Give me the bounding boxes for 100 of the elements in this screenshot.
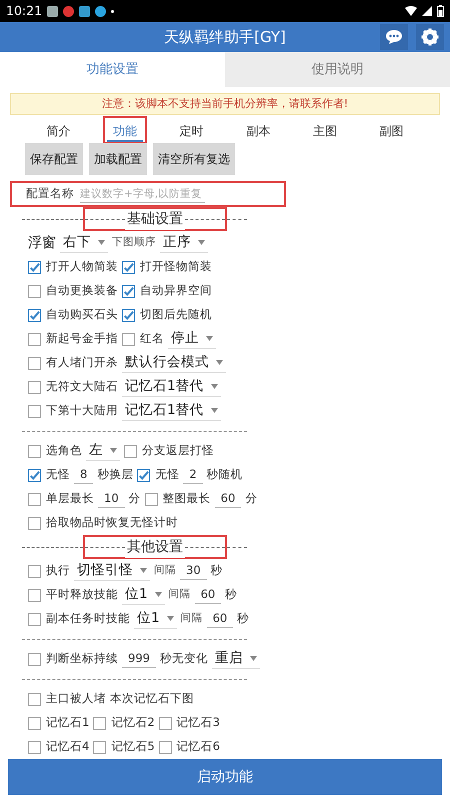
checkbox-label: 副本任务时技能 — [46, 610, 130, 628]
checkbox[interactable] — [28, 468, 41, 482]
signal-icon — [422, 6, 432, 16]
dropdown-arrow-icon — [198, 240, 205, 245]
checkbox[interactable] — [122, 260, 135, 274]
settings-button[interactable] — [416, 24, 444, 50]
sub-tab[interactable]: 主图 — [307, 122, 344, 142]
dropdown[interactable]: 停止 — [168, 329, 216, 349]
checkbox[interactable] — [28, 652, 41, 666]
label: 本次记忆石下图 — [110, 690, 194, 708]
label: 秒随机 — [206, 466, 243, 484]
dropdown[interactable]: 位1 — [122, 585, 165, 605]
checkbox[interactable] — [28, 284, 41, 298]
checkbox-label: 打开怪物简装 — [140, 258, 212, 276]
checkbox-label: 自动更换装备 — [46, 282, 118, 300]
checkbox[interactable] — [28, 612, 41, 626]
checkbox-label: 打开人物简装 — [46, 258, 118, 276]
label: 秒无变化 — [160, 650, 208, 668]
checkbox[interactable] — [158, 740, 172, 754]
checkbox[interactable] — [158, 716, 172, 730]
checkbox[interactable] — [28, 444, 41, 458]
action-button[interactable]: 加载配置 — [89, 143, 147, 175]
dropdown-arrow-icon — [154, 592, 162, 597]
checkmark-icon — [138, 468, 150, 482]
checkbox[interactable] — [28, 692, 41, 706]
label: 间隔 — [180, 611, 203, 626]
checkbox-label: 整图最长 — [162, 490, 211, 508]
dropdown[interactable]: 位1 — [134, 609, 177, 629]
checkbox-label: 无怪 — [46, 466, 70, 484]
checkbox-label: 自动异界空间 — [140, 282, 212, 300]
checkbox[interactable] — [28, 492, 41, 506]
checkbox[interactable] — [93, 740, 106, 754]
section-title: 基础设置 — [125, 208, 185, 230]
checkbox-label: 记忆石6 — [176, 738, 220, 756]
dropdown[interactable]: 右下 — [60, 233, 108, 253]
checkbox-label: 记忆石4 — [46, 738, 90, 756]
number-field[interactable]: 60 — [194, 586, 222, 604]
chat-button[interactable] — [380, 24, 408, 50]
action-button[interactable]: 清空所有复选 — [153, 143, 235, 175]
checkmark-icon — [123, 308, 134, 322]
notification-icon — [95, 6, 106, 16]
dropdown-arrow-icon — [250, 656, 257, 661]
dropdown[interactable]: 重启 — [212, 649, 260, 669]
action-button[interactable]: 保存配置 — [25, 143, 83, 175]
number-field[interactable]: 30 — [180, 562, 207, 580]
checkbox-label: 新起号金手指 — [46, 330, 118, 348]
config-name-field[interactable]: 建议数字+字母,以防重复 — [80, 185, 205, 203]
checkmark-icon — [29, 468, 40, 482]
checkbox[interactable] — [28, 740, 41, 754]
checkbox[interactable] — [28, 516, 41, 530]
start-button[interactable]: 启动功能 — [8, 759, 442, 795]
checkmark-icon — [123, 284, 134, 298]
checkbox[interactable] — [28, 564, 41, 578]
checkbox[interactable] — [122, 284, 135, 298]
dropdown[interactable]: 默认行会模式 — [122, 353, 226, 373]
sub-tab[interactable]: 副图 — [374, 122, 410, 142]
battery-icon — [437, 5, 444, 17]
label: 分 — [128, 490, 141, 508]
number-field[interactable]: 999 — [122, 650, 156, 668]
checkbox[interactable] — [28, 380, 41, 394]
notification-icon — [79, 6, 90, 16]
dropdown-arrow-icon — [206, 336, 213, 341]
checkbox[interactable] — [28, 332, 41, 346]
number-field[interactable]: 10 — [98, 490, 125, 508]
chat-icon — [385, 29, 403, 45]
checkbox[interactable] — [137, 468, 150, 482]
number-field[interactable]: 2 — [183, 466, 203, 484]
checkbox[interactable] — [28, 356, 41, 370]
checkbox[interactable] — [28, 260, 41, 274]
dropdown[interactable]: 记忆石1替代 — [122, 377, 221, 397]
checkbox-label: 拾取物品时恢复无怪计时 — [46, 514, 178, 532]
checkbox[interactable] — [28, 716, 41, 730]
checkbox-label: 判断坐标持续 — [46, 650, 118, 668]
checkbox-label: 选角色 — [46, 442, 82, 460]
tab[interactable]: 使用说明 — [225, 52, 450, 87]
checkbox[interactable] — [28, 588, 41, 602]
checkbox-label: 记忆石5 — [111, 738, 155, 756]
checkbox-label: 平时释放技能 — [46, 586, 118, 604]
dropdown[interactable]: 切怪引怪 — [74, 561, 150, 581]
number-field[interactable]: 8 — [74, 466, 94, 484]
sub-tab[interactable]: 简介 — [40, 122, 76, 142]
checkbox[interactable] — [28, 404, 41, 418]
section-title: 其他设置 — [125, 536, 185, 558]
sub-tab[interactable]: 定时 — [174, 122, 210, 142]
number-field[interactable]: 60 — [206, 610, 234, 628]
checkbox[interactable] — [93, 716, 106, 730]
checkbox[interactable] — [122, 332, 135, 346]
dropdown[interactable]: 左 — [86, 441, 120, 461]
dropdown[interactable]: 记忆石1替代 — [122, 401, 221, 421]
dropdown-arrow-icon — [210, 384, 218, 389]
checkbox[interactable] — [124, 444, 137, 458]
dropdown-arrow-icon — [216, 360, 223, 365]
number-field[interactable]: 60 — [214, 490, 242, 508]
clock: 10:21 — [6, 2, 42, 20]
notification-icon — [47, 6, 58, 16]
checkbox[interactable] — [28, 308, 41, 322]
sub-tab[interactable]: 副本 — [240, 122, 276, 142]
checkbox[interactable] — [144, 492, 158, 506]
dropdown[interactable]: 正序 — [160, 233, 208, 253]
checkbox[interactable] — [122, 308, 135, 322]
